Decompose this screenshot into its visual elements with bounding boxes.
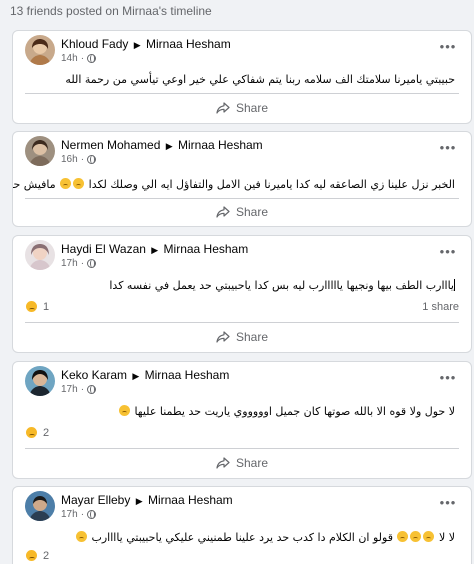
avatar[interactable]: [25, 366, 55, 396]
post-card: Nermen Mohamed ▶ Mirnaa Hesham 16h · •••…: [12, 131, 472, 227]
reaction-count: 1: [43, 300, 50, 313]
globe-icon: [87, 259, 97, 268]
avatar[interactable]: [25, 35, 55, 65]
target-name[interactable]: Mirnaa Hesham: [146, 37, 231, 51]
post-author-line: Keko Karam ▶ Mirnaa Hesham: [61, 368, 229, 382]
share-count[interactable]: 1 share: [422, 301, 459, 313]
post-meta: 17h ·: [61, 509, 97, 520]
author-name[interactable]: Keko Karam: [61, 368, 127, 382]
target-name[interactable]: Mirnaa Hesham: [145, 368, 230, 382]
more-options-button[interactable]: •••: [437, 242, 459, 264]
share-button[interactable]: Share: [13, 451, 471, 475]
more-options-button[interactable]: •••: [437, 368, 459, 390]
share-icon: [216, 206, 230, 218]
post-text: الخبر نزل علينا زي الصاعقه ليه كدا يامير…: [13, 178, 455, 191]
arrow-right-icon: ▶: [135, 496, 143, 506]
post-time[interactable]: 17h: [61, 258, 78, 269]
post-author-line: Nermen Mohamed ▶ Mirnaa Hesham: [61, 138, 263, 152]
divider: [25, 198, 459, 199]
target-name[interactable]: Mirnaa Hesham: [164, 242, 249, 256]
avatar[interactable]: [25, 491, 55, 521]
share-button[interactable]: Share: [13, 96, 471, 120]
post-card: Haydi El Wazan ▶ Mirnaa Hesham 17h · •••…: [12, 235, 472, 353]
post-text: حبيبتي ياميرنا سلامتك الف سلامه ربنا يتم…: [65, 73, 455, 86]
avatar[interactable]: [25, 240, 55, 270]
sad-emoji-icon: [60, 178, 72, 189]
post-meta: 14h ·: [61, 53, 97, 64]
author-name[interactable]: Nermen Mohamed: [61, 138, 160, 152]
globe-icon: [87, 54, 97, 63]
share-label: Share: [235, 205, 269, 219]
share-label: Share: [235, 101, 269, 115]
arrow-right-icon: ▶: [151, 245, 159, 255]
sad-emoji-icon: [423, 531, 435, 542]
avatar[interactable]: [25, 136, 55, 166]
post-header: Mayar Elleby ▶ Mirnaa Hesham 17h · •••: [13, 487, 471, 527]
timeline-summary: 13 friends posted on Mirnaa's timeline: [10, 4, 212, 18]
post-author-line: Haydi El Wazan ▶ Mirnaa Hesham: [61, 242, 248, 256]
post-header: Keko Karam ▶ Mirnaa Hesham 17h · •••: [13, 362, 471, 402]
arrow-right-icon: ▶: [132, 371, 140, 381]
post-author-line: Khloud Fady ▶ Mirnaa Hesham: [61, 37, 231, 51]
sad-reaction-icon: [25, 426, 38, 439]
post-time[interactable]: 14h: [61, 53, 78, 64]
author-name[interactable]: Haydi El Wazan: [61, 242, 146, 256]
more-options-button[interactable]: •••: [437, 493, 459, 515]
post-card: Keko Karam ▶ Mirnaa Hesham 17h · ••• لا …: [12, 361, 472, 479]
divider: [25, 322, 459, 323]
post-time[interactable]: 17h: [61, 384, 78, 395]
author-name[interactable]: Mayar Elleby: [61, 493, 130, 507]
share-icon: [216, 102, 230, 114]
post-card: Mayar Elleby ▶ Mirnaa Hesham 17h · ••• ل…: [12, 486, 472, 564]
globe-icon: [87, 510, 97, 519]
arrow-right-icon: ▶: [133, 40, 141, 50]
globe-icon: [87, 155, 97, 164]
post-card: Khloud Fady ▶ Mirnaa Hesham 14h · ••• حب…: [12, 30, 472, 124]
post-time[interactable]: 16h: [61, 154, 78, 165]
sad-reaction-icon: [25, 300, 38, 313]
divider: [25, 448, 459, 449]
sad-emoji-icon: [410, 531, 422, 542]
globe-icon: [87, 385, 97, 394]
post-author-line: Mayar Elleby ▶ Mirnaa Hesham: [61, 493, 233, 507]
sad-emoji-icon: [118, 405, 130, 416]
more-options-button[interactable]: •••: [437, 138, 459, 160]
post-text: لا لا قولو ان الكلام دا كدب حد يرد علينا…: [75, 531, 455, 544]
post-meta: 16h ·: [61, 154, 97, 165]
sad-emoji-icon: [397, 531, 409, 542]
share-label: Share: [235, 456, 269, 470]
share-icon: [216, 331, 230, 343]
share-button[interactable]: Share: [13, 325, 471, 349]
post-header: Haydi El Wazan ▶ Mirnaa Hesham 17h · •••: [13, 236, 471, 276]
post-meta: 17h ·: [61, 258, 97, 269]
sad-emoji-icon: [73, 178, 85, 189]
post-time[interactable]: 17h: [61, 509, 78, 520]
sad-reaction-icon: [25, 549, 38, 562]
reaction-summary[interactable]: 2: [25, 426, 49, 439]
divider: [25, 93, 459, 94]
author-name[interactable]: Khloud Fady: [61, 37, 128, 51]
arrow-right-icon: ▶: [165, 141, 173, 151]
reaction-summary[interactable]: 1: [25, 300, 49, 313]
share-label: Share: [235, 330, 269, 344]
target-name[interactable]: Mirnaa Hesham: [178, 138, 263, 152]
text-cursor: [454, 279, 455, 291]
post-text: لا حول ولا قوه الا بالله صوتها كان جميل …: [118, 405, 455, 418]
more-options-button[interactable]: •••: [437, 37, 459, 59]
post-header: Khloud Fady ▶ Mirnaa Hesham 14h · •••: [13, 31, 471, 71]
post-header: Nermen Mohamed ▶ Mirnaa Hesham 16h · •••: [13, 132, 471, 172]
share-icon: [216, 457, 230, 469]
post-meta: 17h ·: [61, 384, 97, 395]
reaction-count: 2: [43, 549, 50, 562]
share-button[interactable]: Share: [13, 200, 471, 224]
target-name[interactable]: Mirnaa Hesham: [148, 493, 233, 507]
sad-emoji-icon: [75, 531, 87, 542]
reaction-count: 2: [43, 426, 50, 439]
post-text: يااارب الطف بيها ونجيها يااااارب ليه بس …: [109, 279, 455, 292]
reaction-summary[interactable]: 2: [25, 549, 49, 562]
